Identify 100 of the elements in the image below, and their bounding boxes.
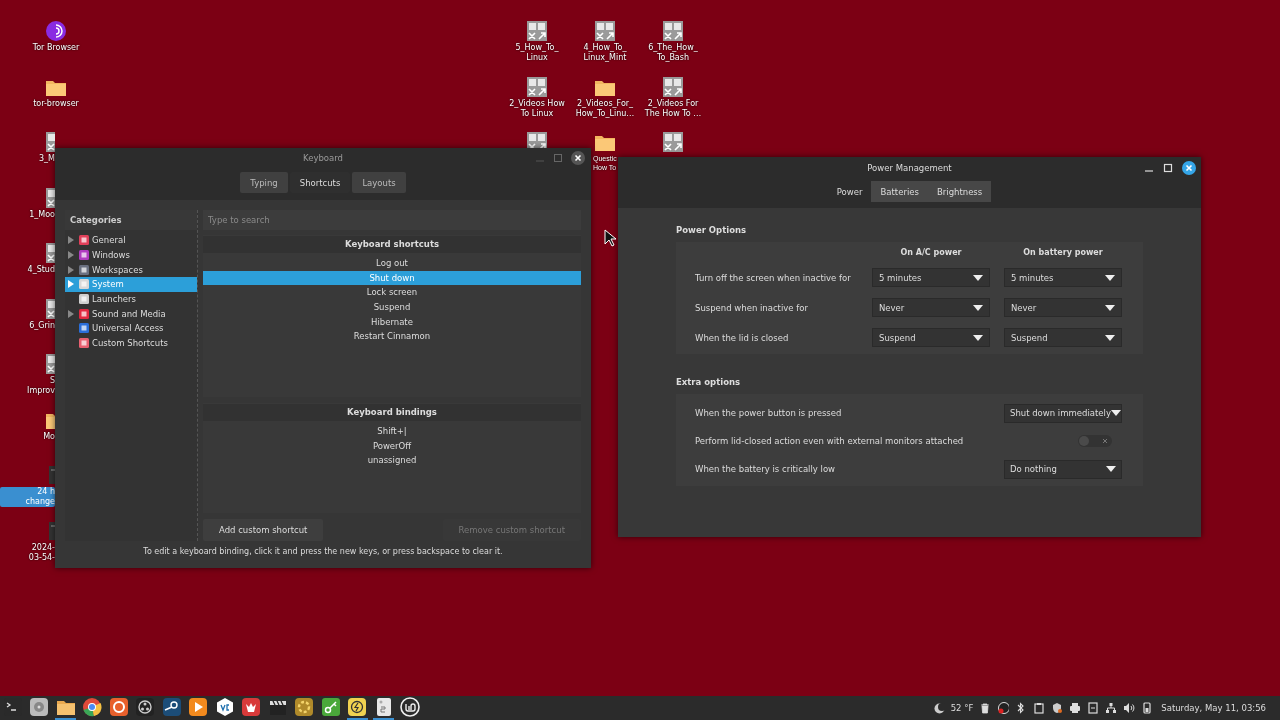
moon-icon[interactable] xyxy=(933,702,945,714)
printer-icon[interactable] xyxy=(1069,702,1082,714)
clock-text[interactable]: Saturday, May 11, 03:56 xyxy=(1161,703,1266,713)
trash-icon[interactable] xyxy=(979,702,992,714)
dropdown-caret-icon xyxy=(973,274,983,281)
close-icon[interactable] xyxy=(571,151,585,165)
expander-icon[interactable] xyxy=(68,265,74,274)
expander-icon[interactable] xyxy=(68,280,74,289)
option-label: When the battery is critically low xyxy=(695,464,837,474)
section-heading: Extra options xyxy=(676,377,742,389)
file-shortcut-icon[interactable] xyxy=(662,20,684,42)
temperature-text[interactable]: 52 °F xyxy=(950,703,974,713)
icon-label[interactable]: 2_Videos For The How To … xyxy=(643,98,703,119)
expander-icon[interactable] xyxy=(68,309,74,318)
pointer-icon xyxy=(604,229,616,247)
icon-label[interactable]: 3_M xyxy=(0,154,55,164)
category-item[interactable]: Universal Access xyxy=(65,321,197,336)
dropdown[interactable]: Never xyxy=(872,298,990,317)
panel-heading: Categories xyxy=(65,210,197,230)
volume-icon[interactable] xyxy=(1123,702,1136,714)
shortcut-row[interactable]: Hibernate xyxy=(203,314,581,330)
list-heading: Keyboard shortcuts xyxy=(203,236,581,253)
shortcut-row[interactable]: Lock screen xyxy=(203,285,581,301)
dropdown-caret-icon xyxy=(973,334,983,341)
category-item[interactable]: Custom Shortcuts xyxy=(65,335,197,351)
shortcut-row[interactable]: Log out xyxy=(203,256,581,271)
dropdown-caret-icon xyxy=(973,304,983,311)
close-icon[interactable] xyxy=(1182,161,1196,175)
icon-label[interactable]: 6_Grin xyxy=(0,320,55,331)
dropdown-caret-icon xyxy=(1105,274,1115,281)
column-heading: On A/C power xyxy=(899,248,963,257)
icon-label[interactable]: 2_Videos_For_ How_To_Linu… xyxy=(574,98,636,119)
file-shortcut-icon[interactable] xyxy=(526,131,548,148)
swirl-logo-icon xyxy=(108,697,129,717)
icon-label[interactable]: 4_How_To_ Linux_Mint xyxy=(582,43,628,63)
shield-icon[interactable] xyxy=(1051,702,1064,714)
file-shortcut-icon[interactable] xyxy=(526,20,548,42)
tab[interactable]: Brightness xyxy=(927,181,992,202)
tab[interactable]: Typing xyxy=(240,172,288,193)
taskbar-button[interactable] xyxy=(373,696,394,720)
file-shortcut-icon[interactable] xyxy=(526,75,548,98)
notes-icon[interactable] xyxy=(1087,702,1100,714)
dropdown-caret-icon xyxy=(1105,334,1115,341)
category-item[interactable]: Launchers xyxy=(65,291,197,307)
icon-label[interactable]: 5_How_To_ Linux xyxy=(514,43,560,63)
icon-label[interactable]: S Improv xyxy=(0,376,55,396)
category-item[interactable]: General xyxy=(65,233,197,248)
dropdown[interactable]: Shut down immediately xyxy=(1004,403,1122,423)
window-title: Keyboard xyxy=(303,153,343,164)
category-item[interactable]: Windows xyxy=(65,247,197,263)
network-icon[interactable] xyxy=(1105,702,1118,714)
icon-label[interactable]: tor-browser xyxy=(32,98,80,109)
dropdown[interactable]: Never xyxy=(1004,298,1122,317)
icon-label[interactable]: 1_Moo xyxy=(0,209,55,220)
expander-icon[interactable] xyxy=(68,236,74,245)
dropdown-caret-icon xyxy=(1106,466,1116,472)
column-heading: On battery power xyxy=(1022,248,1104,257)
expander-icon[interactable] xyxy=(68,251,74,260)
tab[interactable]: Layouts xyxy=(352,172,406,193)
icon-label[interactable]: 2024- 03-54- xyxy=(0,542,55,563)
category-item[interactable]: Workspaces xyxy=(65,262,197,278)
dropdown[interactable]: Do nothing xyxy=(1004,459,1122,479)
option-label: When the power button is pressed xyxy=(695,408,843,418)
recording-icon[interactable] xyxy=(997,702,1010,714)
round-app-icon[interactable] xyxy=(45,20,67,42)
dropdown[interactable]: 5 minutes xyxy=(1004,268,1122,287)
animal-logo-icon xyxy=(241,697,261,717)
option-label: Turn off the screen when inactive for xyxy=(695,272,852,283)
binding-row[interactable]: unassigned xyxy=(203,453,581,469)
dropdown-caret-icon xyxy=(1110,410,1121,416)
file-shortcut-icon[interactable] xyxy=(662,75,684,98)
taskbar-button[interactable] xyxy=(399,696,421,720)
shortcut-row[interactable]: Suspend xyxy=(203,300,581,315)
icon-label[interactable]: 4_Stud xyxy=(0,265,55,275)
icon-label[interactable]: 24 h change xyxy=(0,487,55,507)
search-field[interactable]: Type to search xyxy=(203,210,581,230)
file-shortcut-icon[interactable] xyxy=(594,20,616,42)
play-icon xyxy=(188,697,208,717)
binding-row[interactable]: Shift+| xyxy=(203,424,581,439)
toggle-switch[interactable] xyxy=(1078,435,1112,447)
icon-label[interactable]: 2_Videos How To Linux xyxy=(508,98,566,119)
binding-row[interactable]: PowerOff xyxy=(203,438,581,454)
dropdown[interactable]: 5 minutes xyxy=(872,268,990,287)
key-icon xyxy=(320,697,341,717)
file-shortcut-icon[interactable] xyxy=(662,131,684,153)
clipboard-icon[interactable] xyxy=(1033,702,1046,714)
icon-label[interactable]: Tor Browser xyxy=(31,43,81,53)
tab[interactable]: Batteries xyxy=(871,181,928,202)
icon-label[interactable]: Mo xyxy=(0,431,55,442)
dropdown[interactable]: Suspend xyxy=(1004,328,1122,347)
taskbar-button[interactable] xyxy=(346,696,368,720)
gear-icon xyxy=(294,697,314,717)
category-item[interactable]: Sound and Media xyxy=(65,306,197,322)
hint-text: To edit a keyboard binding, click it and press the new keys, or press backspace to clear it. xyxy=(142,547,504,556)
icon-label[interactable]: 6_The_How_ To_Bash xyxy=(647,43,699,63)
battery-icon[interactable] xyxy=(1141,702,1154,714)
shortcut-row[interactable]: Restart Cinnamon xyxy=(203,329,581,345)
dropdown[interactable]: Suspend xyxy=(872,328,990,347)
section-heading: Power Options xyxy=(676,225,748,237)
shortcut-button[interactable]: Add custom shortcut xyxy=(203,519,324,541)
